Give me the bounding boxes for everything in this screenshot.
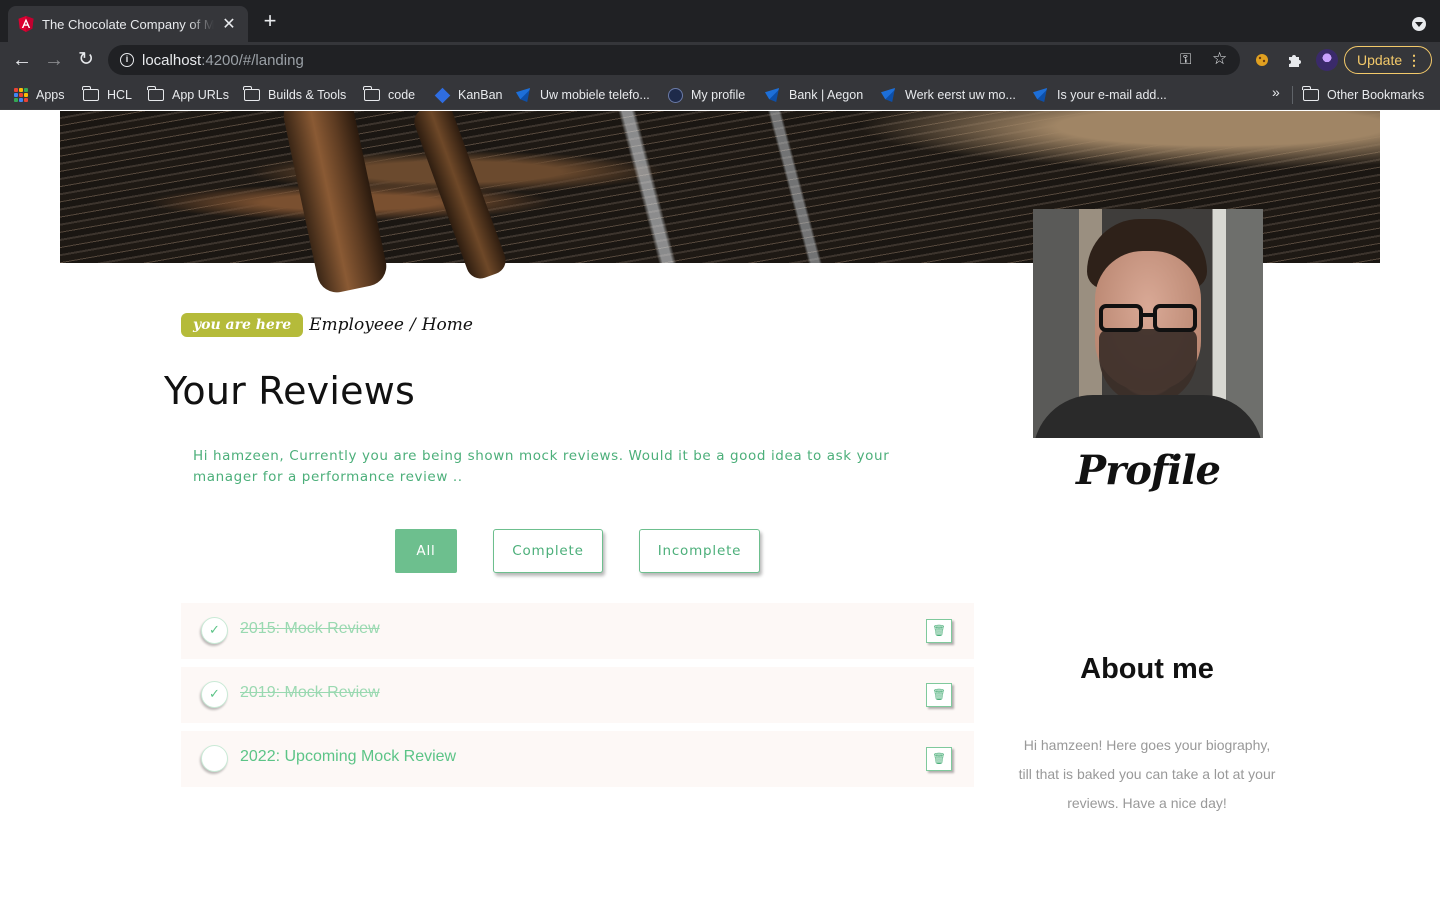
linkedin-icon (668, 87, 683, 103)
forward-arrow-icon[interactable]: → (42, 48, 66, 72)
page-viewport: you are here Employeee / Home Your Revie… (0, 111, 1440, 900)
bird-icon (516, 88, 530, 102)
filter-incomplete-button[interactable]: Incomplete (639, 529, 760, 573)
tab-close-icon[interactable]: ✕ (220, 14, 238, 34)
bookmark-folder-code[interactable]: code (363, 86, 416, 104)
update-label: Update (1357, 52, 1403, 68)
breadcrumb-badge: you are here (181, 313, 304, 337)
trash-icon[interactable]: 🗑 (926, 683, 952, 707)
apps-grid-icon (14, 88, 28, 102)
bookmark-label: App URLs (172, 88, 229, 102)
angular-favicon-icon (18, 16, 34, 32)
review-item[interactable]: ✓ 2015: Mock Review 🗑 (181, 603, 974, 659)
new-tab-icon[interactable]: + (258, 10, 282, 34)
about-me-heading: About me (1080, 653, 1214, 685)
photo-shirt (1033, 395, 1263, 438)
back-arrow-icon[interactable]: ← (10, 48, 34, 72)
page-title: Your Reviews (164, 369, 415, 413)
bookmark-label: Other Bookmarks (1327, 88, 1425, 102)
intro-text: Hi hamzeen, Currently you are being show… (193, 448, 890, 485)
breadcrumb-section[interactable]: Employeee (309, 315, 404, 335)
bookmark-label: Bank | Aegon (789, 88, 864, 102)
folder-icon (243, 86, 260, 101)
bookmark-my-profile[interactable]: My profile (668, 86, 745, 104)
more-bookmarks-chevron-icon[interactable]: » (1272, 84, 1280, 100)
bookmark-uw-mobiele[interactable]: Uw mobiele telefo... (516, 86, 650, 104)
breadcrumb: you are here Employeee / Home (181, 313, 473, 337)
more-menu-icon[interactable]: ⋮ (1407, 47, 1421, 73)
trash-icon[interactable]: 🗑 (926, 747, 952, 771)
bookmark-label: KanBan (458, 88, 503, 102)
key-icon[interactable]: ⚿ (1180, 51, 1191, 68)
bookmark-kanban[interactable]: KanBan (434, 86, 502, 104)
profile-avatar[interactable] (1316, 49, 1338, 71)
bookmarks-bar: Apps HCL App URLs Builds & Tools code Ka… (0, 78, 1440, 110)
url-host: localhost (142, 51, 202, 69)
empty-circle-checkbox-icon[interactable] (201, 745, 228, 772)
browser-toolbar: ← → ↻ i localhost:4200/#/landing ⚿ ☆ Upd… (0, 42, 1440, 78)
bookmark-folder-hcl[interactable]: HCL (82, 86, 133, 104)
folder-icon (1302, 86, 1319, 101)
bookmark-folder-app-urls[interactable]: App URLs (147, 86, 229, 104)
breadcrumb-separator: / (410, 315, 416, 335)
bookmark-label: Uw mobiele telefo... (540, 88, 650, 102)
trash-icon[interactable]: 🗑 (926, 619, 952, 643)
bookmark-apps[interactable]: Apps (14, 86, 65, 104)
about-me-text: Hi hamzeen! Here goes your biography, ti… (1018, 737, 1276, 811)
bookmark-werk-eerst[interactable]: Werk eerst uw mo... (881, 86, 1016, 104)
hero-wood-log (279, 111, 391, 297)
bookmark-is-your-email[interactable]: Is your e-mail add... (1033, 86, 1167, 104)
bookmarks-divider (1292, 86, 1293, 104)
browser-tab-strip: The Chocolate Company of Ma ✕ + (0, 0, 1440, 42)
diamond-icon (434, 87, 451, 103)
folder-icon (82, 86, 99, 101)
reload-icon[interactable]: ↻ (74, 48, 98, 72)
update-button[interactable]: Update ⋮ (1344, 46, 1432, 74)
bookmark-other-bookmarks[interactable]: Other Bookmarks (1302, 86, 1425, 104)
bookmark-label: HCL (107, 88, 133, 102)
checkmark-icon[interactable]: ✓ (201, 681, 228, 708)
bookmark-label: Werk eerst uw mo... (905, 88, 1016, 102)
bookmark-label: Is your e-mail add... (1057, 88, 1167, 102)
review-item[interactable]: 2022: Upcoming Mock Review 🗑 (181, 731, 974, 787)
site-info-icon[interactable]: i (120, 53, 134, 67)
bookmark-bank-aegon[interactable]: Bank | Aegon (765, 86, 863, 104)
bookmark-star-icon[interactable]: ☆ (1212, 49, 1227, 69)
review-title: 2019: Mock Review (240, 684, 380, 701)
address-bar[interactable]: i localhost:4200/#/landing ⚿ ☆ (108, 45, 1240, 75)
review-item[interactable]: ✓ 2019: Mock Review 🗑 (181, 667, 974, 723)
filter-complete-button[interactable]: Complete (493, 529, 603, 573)
bird-icon (765, 88, 779, 102)
photo-glasses (1099, 304, 1197, 332)
folder-icon (147, 86, 164, 101)
bookmark-label: Apps (36, 88, 65, 102)
review-title: 2015: Mock Review (240, 620, 380, 637)
filter-all-button[interactable]: All (395, 529, 457, 573)
tab-search-icon[interactable] (1412, 17, 1426, 31)
extensions-puzzle-icon[interactable] (1286, 52, 1302, 68)
bookmark-label: My profile (691, 88, 746, 102)
hero-wood-log (410, 111, 510, 283)
extension-cookie-icon[interactable] (1254, 52, 1270, 68)
bookmark-label: Builds & Tools (268, 88, 347, 102)
tab-title: The Chocolate Company of Ma (42, 16, 214, 32)
folder-icon (363, 86, 380, 101)
review-title: 2022: Upcoming Mock Review (240, 748, 457, 765)
browser-tab[interactable]: The Chocolate Company of Ma ✕ (8, 6, 248, 42)
url-path: :4200/#/landing (201, 51, 304, 69)
bird-icon (881, 88, 895, 102)
bird-icon (1033, 88, 1047, 102)
photo-beard (1099, 329, 1197, 405)
bookmark-label: code (388, 88, 416, 102)
checkmark-icon[interactable]: ✓ (201, 617, 228, 644)
profile-photo (1033, 209, 1263, 438)
bookmark-folder-builds-tools[interactable]: Builds & Tools (243, 86, 347, 104)
breadcrumb-current: Home (421, 315, 473, 335)
profile-heading: Profile (1076, 447, 1221, 494)
